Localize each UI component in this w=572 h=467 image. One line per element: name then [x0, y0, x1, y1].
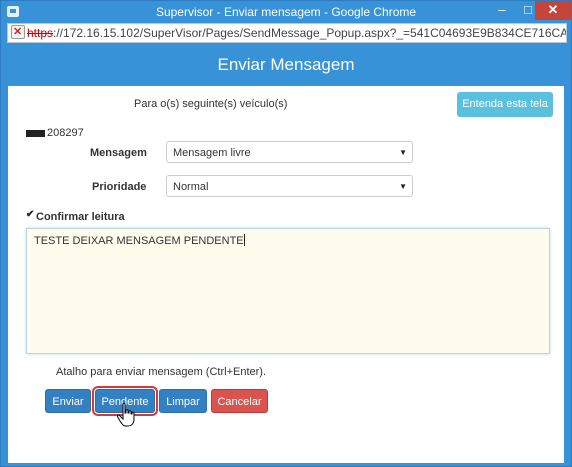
- cancelar-button[interactable]: Cancelar: [211, 389, 268, 413]
- enviar-button[interactable]: Enviar: [45, 389, 91, 413]
- popup-content: Enviar Mensagem Para o(s) seguinte(s) ve…: [8, 43, 564, 463]
- address-bar[interactable]: https://172.16.15.102/SuperVisor/Pages/S…: [7, 23, 567, 43]
- prioridade-select[interactable]: Normal ▼: [166, 175, 413, 197]
- limpar-button[interactable]: Limpar: [159, 389, 207, 413]
- window-title: Supervisor - Enviar mensagem - Google Ch…: [155, 5, 417, 19]
- browser-window: Supervisor - Enviar mensagem - Google Ch…: [0, 0, 572, 467]
- hand-cursor-icon: [116, 402, 135, 427]
- title-bar[interactable]: Supervisor - Enviar mensagem - Google Ch…: [1, 1, 571, 23]
- chevron-down-icon: ▼: [399, 182, 407, 191]
- prioridade-label: Prioridade: [92, 181, 147, 193]
- help-button[interactable]: Entenda esta tela: [457, 92, 553, 117]
- mensagem-selected-value: Mensagem livre: [173, 147, 251, 159]
- close-window-button[interactable]: ✕: [535, 1, 571, 20]
- text-cursor: [243, 234, 245, 246]
- message-textarea[interactable]: TESTE DEIXAR MENSAGEM PENDENTE: [26, 228, 550, 354]
- redacted-vehicle-prefix: [26, 129, 45, 137]
- vehicle-number: 208297: [47, 127, 84, 139]
- minimize-button[interactable]: –: [489, 1, 515, 20]
- message-text: TESTE DEIXAR MENSAGEM PENDENTE: [34, 235, 244, 247]
- page-title: Enviar Mensagem: [8, 43, 564, 86]
- insecure-connection-icon[interactable]: [11, 24, 25, 41]
- vehicle-entry: 208297: [26, 127, 84, 139]
- confirm-read-checkbox[interactable]: [26, 209, 35, 221]
- url-scheme: https: [27, 26, 54, 40]
- mensagem-label: Mensagem: [90, 147, 147, 159]
- shortcut-hint: Atalho para enviar mensagem (Ctrl+Enter)…: [56, 366, 267, 378]
- confirm-read-label: Confirmar leitura: [36, 211, 125, 223]
- chevron-down-icon: ▼: [399, 148, 407, 157]
- prioridade-selected-value: Normal: [173, 181, 209, 193]
- recipients-label: Para o(s) seguinte(s) veículo(s): [134, 98, 288, 110]
- mensagem-select[interactable]: Mensagem livre ▼: [166, 141, 413, 163]
- url-rest: ://172.16.15.102/SuperVisor/Pages/SendMe…: [53, 26, 567, 40]
- confirm-read-row: Confirmar leitura: [26, 209, 125, 223]
